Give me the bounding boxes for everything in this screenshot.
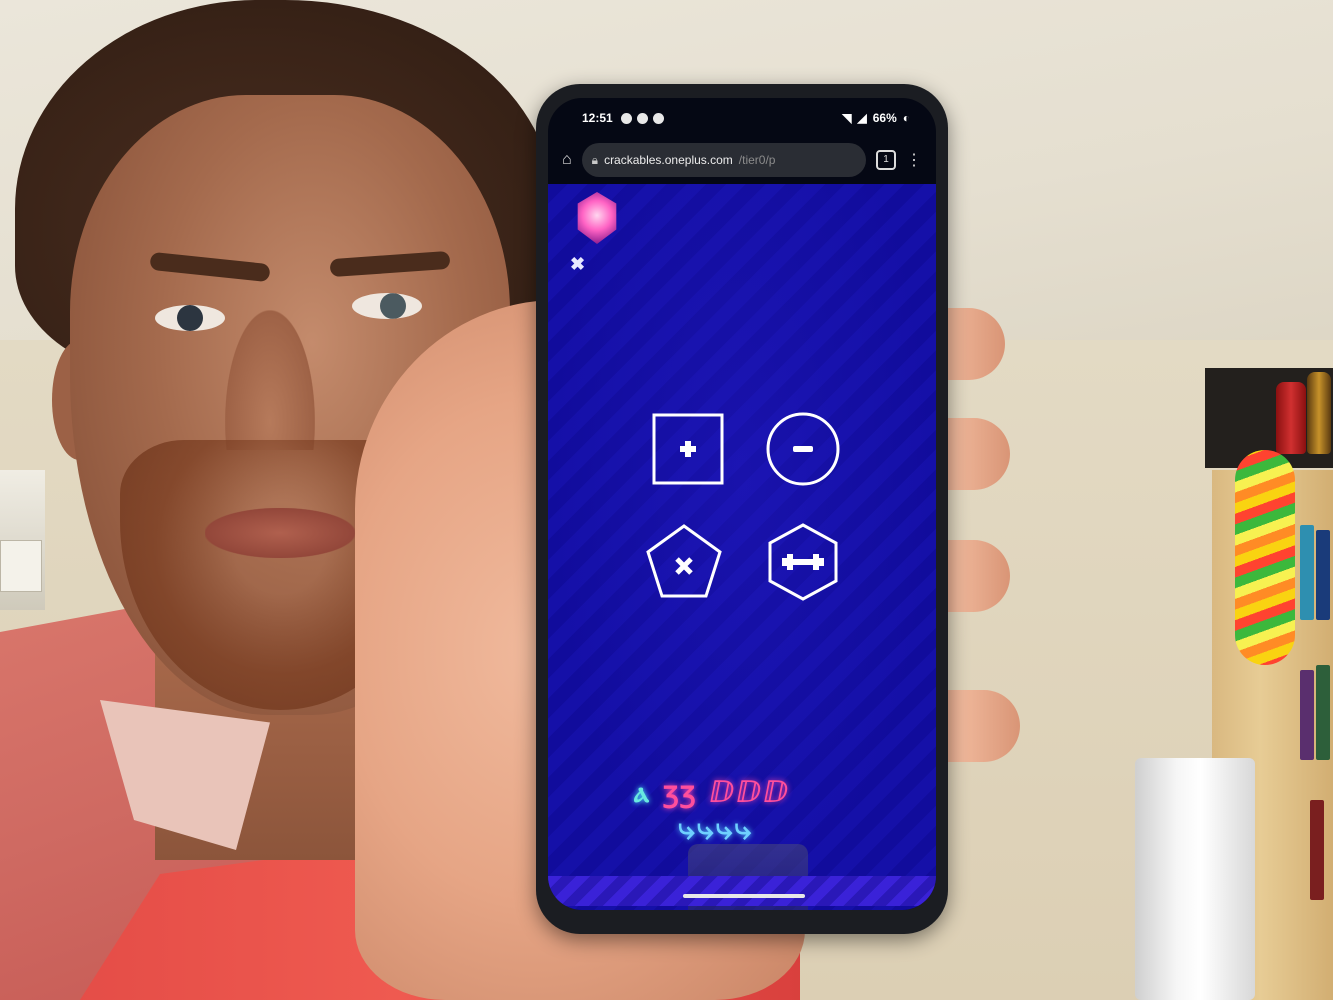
url-host: crackables.oneplus.com: [604, 153, 733, 167]
beer-bottle: [1307, 372, 1331, 454]
notification-icon: [636, 112, 648, 124]
menu-icon[interactable]: ⋮: [906, 150, 922, 170]
home-indicator[interactable]: [683, 894, 805, 898]
close-icon[interactable]: ✖: [570, 254, 585, 275]
minus-circle-button[interactable]: [763, 409, 843, 489]
eye-right: [352, 293, 422, 319]
notification-icons: [620, 112, 664, 124]
notification-icon: [620, 112, 632, 124]
notification-icon: [652, 112, 664, 124]
battery-percent: 66%: [872, 111, 897, 125]
wifi-icon: ◥: [842, 111, 852, 125]
book: [1316, 530, 1330, 620]
glyph: ⲁ: [634, 775, 651, 810]
glyph: ⅅⅅⅅ: [709, 775, 791, 810]
url-bar[interactable]: 🔒︎ crackables.oneplus.com/tier0/p: [581, 143, 866, 177]
lips: [205, 508, 355, 558]
lock-icon: 🔒︎: [591, 152, 599, 167]
floor-lamp: [1135, 758, 1255, 1000]
tab-switcher-button[interactable]: 1: [876, 150, 896, 170]
cola-bottle: [1276, 382, 1306, 454]
flower-lei: [1235, 450, 1295, 665]
status-time: 12:51: [582, 111, 613, 125]
alien-glyph-code-2: ⤷⤷⤷⤷: [678, 812, 754, 847]
book: [1310, 800, 1324, 900]
battery-icon: ◐: [902, 111, 910, 125]
phone-screen: 12:51 ◥ ◢ 66% ◐ ⌂ 🔒︎ crackables.oneplus.…: [548, 98, 936, 910]
times-pentagon-button[interactable]: [644, 522, 724, 602]
box-left: [0, 540, 42, 592]
status-right: ◥ ◢ 66% ◐: [842, 111, 910, 125]
game-page: ✖ ⲁ ⳅⳅ ⅅⅅⅅ ⤷⤷⤷⤷: [548, 184, 936, 910]
book: [1300, 525, 1314, 620]
status-bar: 12:51 ◥ ◢ 66% ◐: [548, 98, 936, 138]
url-path: /tier0/p: [738, 153, 776, 167]
plus-square-button[interactable]: [648, 409, 728, 489]
book: [1316, 665, 1330, 760]
book: [1300, 670, 1314, 760]
nose: [225, 310, 315, 450]
alien-glyph-code: ⲁ ⳅⳅ ⅅⅅⅅ: [634, 770, 854, 811]
browser-toolbar: ⌂ 🔒︎ crackables.oneplus.com/tier0/p 1 ⋮: [548, 138, 936, 182]
home-icon[interactable]: ⌂: [562, 151, 572, 169]
glyph: ⳅⳅ: [663, 775, 698, 810]
bottom-strip: [548, 876, 936, 906]
eye-left: [155, 305, 225, 331]
dumbbell-hexagon-button[interactable]: [763, 522, 843, 602]
signal-icon: ◢: [857, 111, 867, 125]
